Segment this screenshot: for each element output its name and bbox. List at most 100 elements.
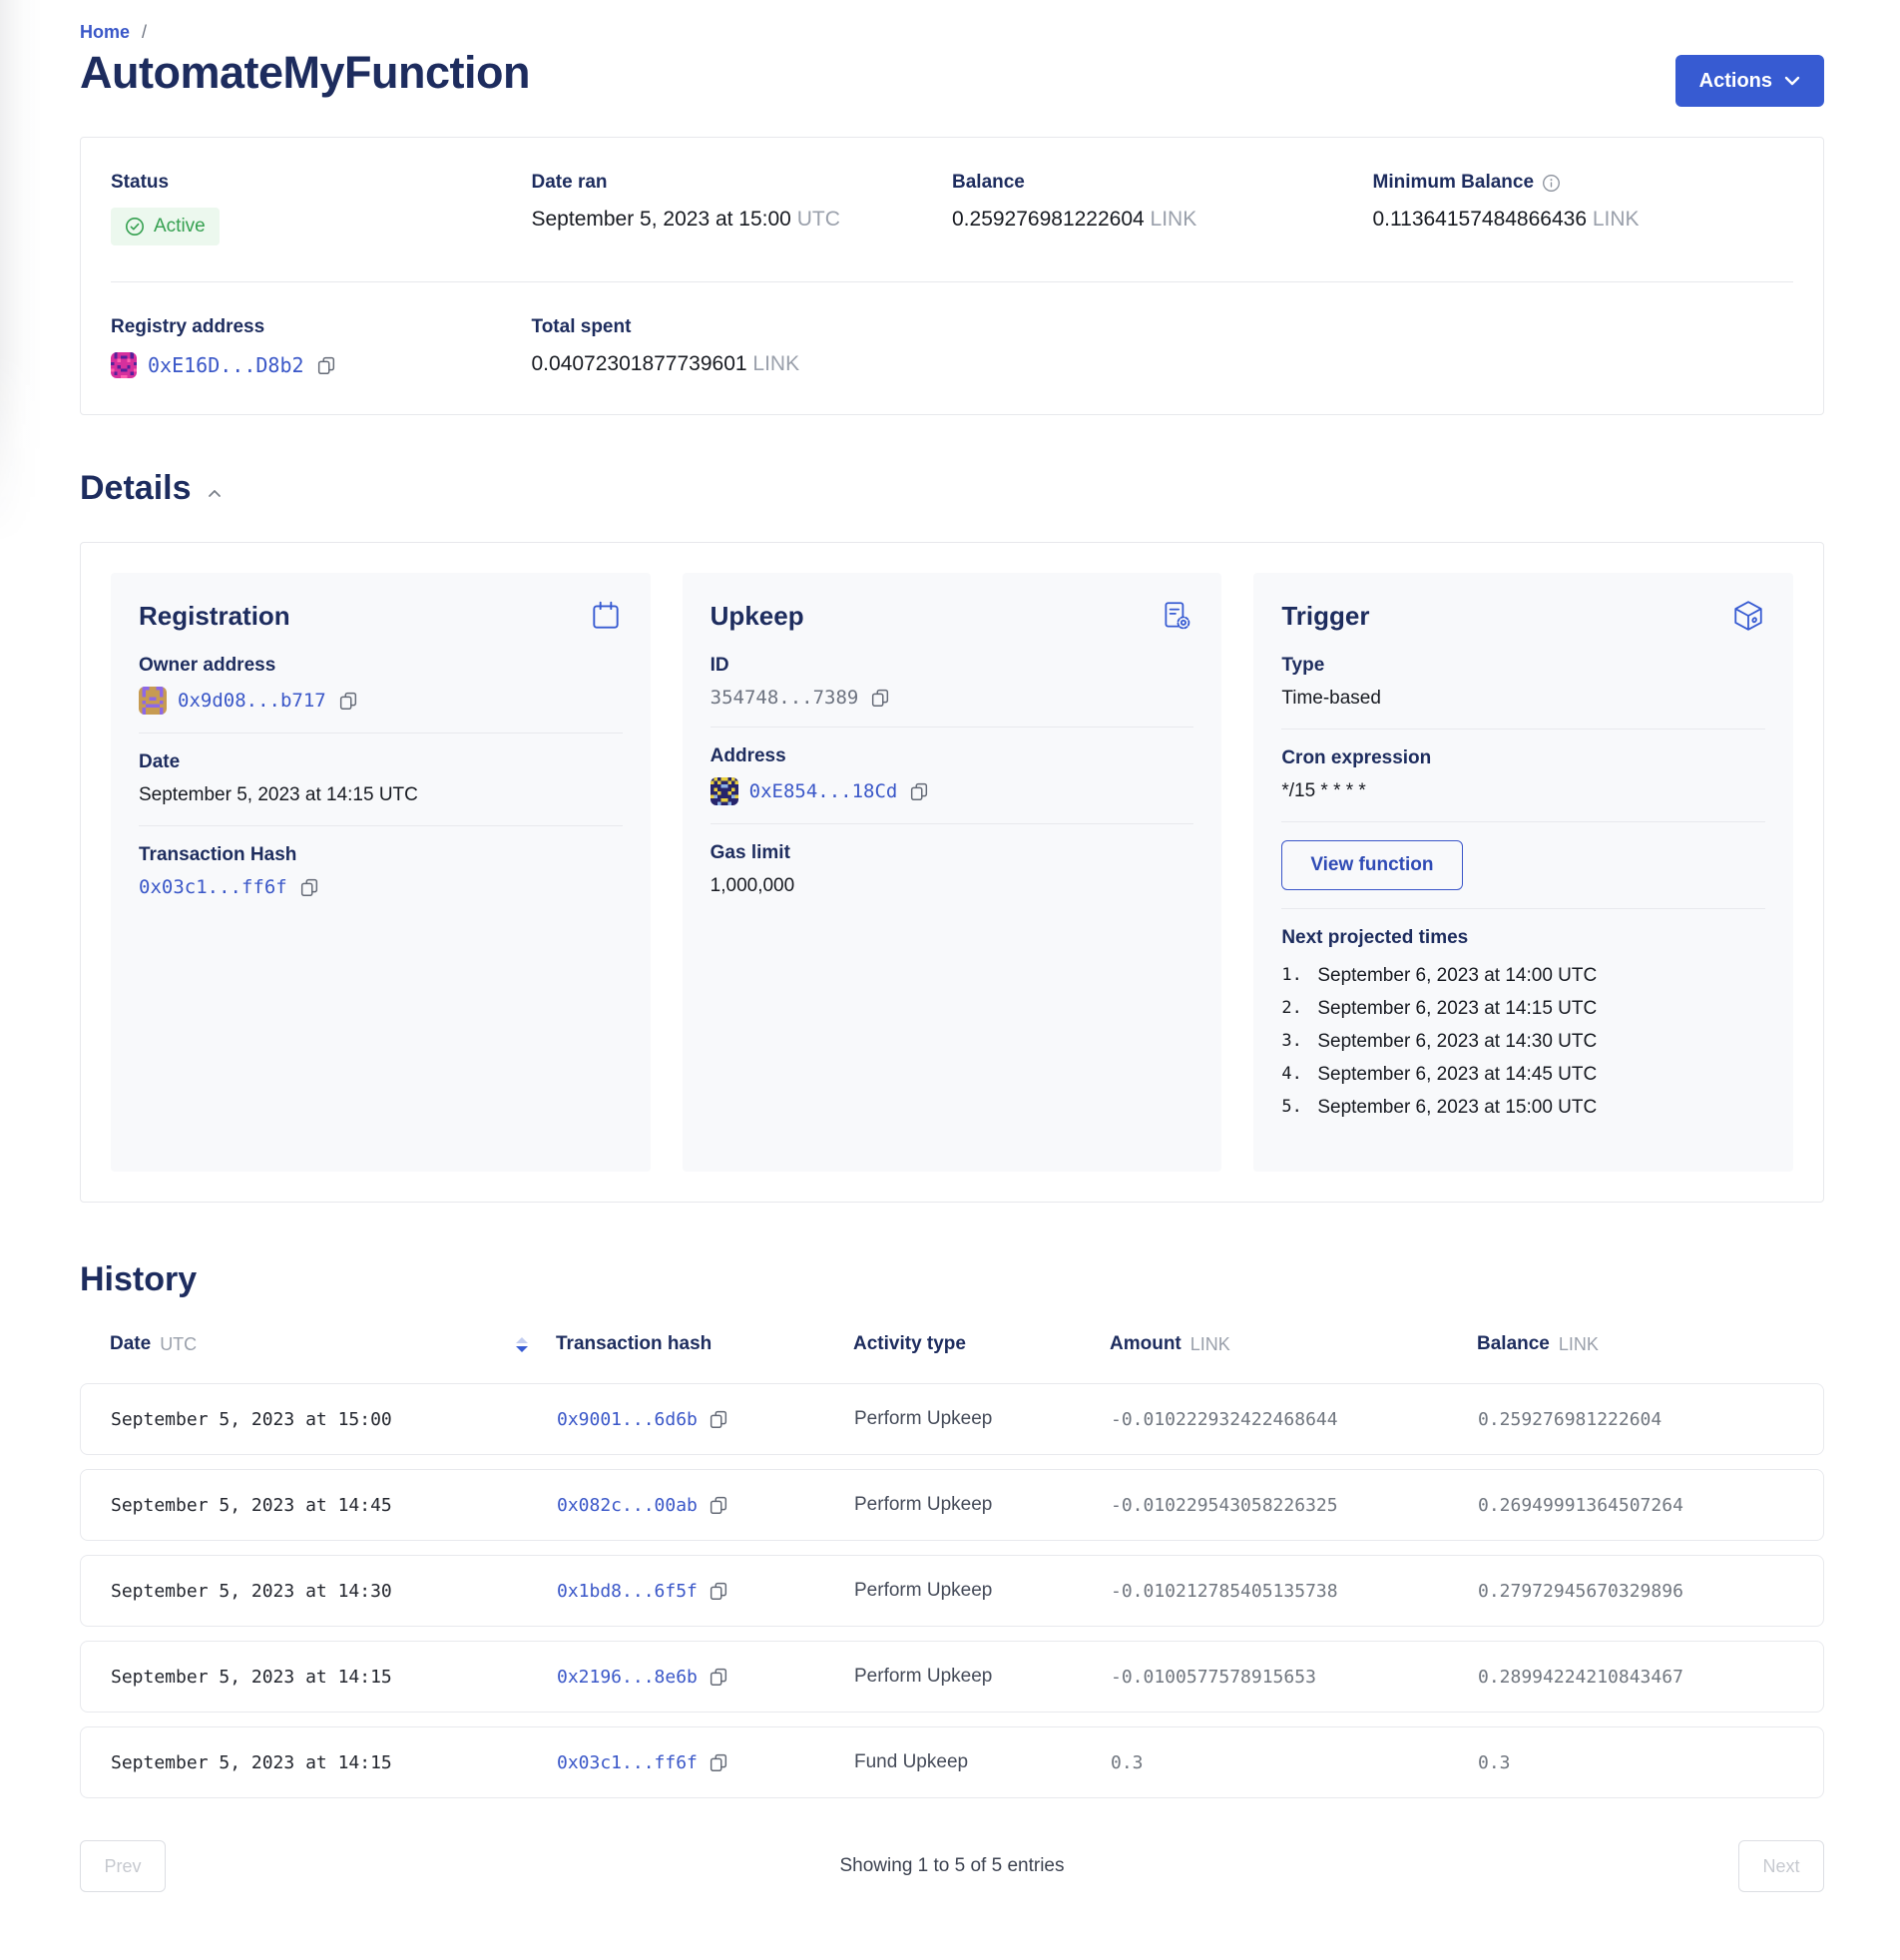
actions-button[interactable]: Actions [1675,55,1824,107]
trigger-type-label: Type [1281,655,1765,677]
owner-identicon [139,687,167,715]
check-circle-icon [125,217,145,237]
balance-column-label: Balance [1477,1333,1550,1355]
activity-column-label: Activity type [853,1333,966,1355]
status-label: Status [111,172,532,194]
row-tx-hash-link[interactable]: 0x1bd8...6f5f [557,1581,698,1602]
time-number: 5. [1281,1091,1317,1124]
gas-limit-label: Gas limit [711,842,1194,864]
balance-column-suffix: LINK [1559,1334,1599,1355]
row-date: September 5, 2023 at 14:30 [111,1581,557,1602]
time-number: 1. [1281,959,1317,992]
prev-page-button[interactable]: Prev [80,1840,166,1892]
history-table-header: Date UTC Transaction hash Activity type … [80,1333,1824,1369]
registration-title: Registration [139,601,290,632]
copy-registration-tx-button[interactable] [298,876,320,898]
registry-identicon [111,352,137,378]
projected-time-item: 4.September 6, 2023 at 14:45 UTC [1281,1058,1765,1091]
sort-icon[interactable] [516,1337,528,1352]
upkeep-address-link[interactable]: 0xE854...18Cd [749,780,898,802]
copy-tx-hash-button[interactable] [708,1408,729,1430]
column-header-balance: Balance LINK [1477,1333,1824,1355]
min-balance-label: Minimum Balance [1373,172,1535,194]
calendar-icon [589,599,623,633]
table-row: September 5, 2023 at 14:15 0x03c1...ff6f… [80,1726,1824,1798]
date-ran-cell: Date ran September 5, 2023 at 15:00 UTC [532,172,953,245]
breadcrumb-home-link[interactable]: Home [80,22,130,42]
document-gear-icon [1160,599,1193,633]
row-amount: -0.0100577578915653 [1111,1667,1478,1688]
row-amount: -0.010229543058226325 [1111,1495,1478,1516]
time-text: September 6, 2023 at 15:00 UTC [1317,1091,1597,1124]
breadcrumb: Home / [80,22,1824,43]
row-date: September 5, 2023 at 14:45 [111,1495,557,1516]
row-balance: 0.28994224210843467 [1478,1667,1823,1688]
transaction-hash-label: Transaction Hash [139,844,623,866]
column-header-transaction-hash: Transaction hash [556,1333,853,1355]
row-amount: -0.010212785405135738 [1111,1581,1478,1602]
pagination-summary: Showing 1 to 5 of 5 entries [840,1855,1065,1877]
row-amount: -0.010222932422468644 [1111,1409,1478,1430]
info-icon[interactable] [1542,174,1561,193]
total-spent-label: Total spent [532,316,953,338]
copy-owner-address-button[interactable] [337,690,359,712]
upkeep-identicon [711,777,738,805]
registration-date-label: Date [139,751,623,773]
registration-card: Registration Owner address 0x9d08...b717… [111,573,651,1172]
date-ran-value: September 5, 2023 at 15:00 [532,208,791,231]
projected-time-item: 3.September 6, 2023 at 14:30 UTC [1281,1025,1765,1058]
row-date: September 5, 2023 at 14:15 [111,1752,557,1773]
time-number: 2. [1281,992,1317,1025]
row-tx-hash-link[interactable]: 0x2196...8e6b [557,1667,698,1688]
actions-button-label: Actions [1699,70,1772,93]
registration-tx-hash-link[interactable]: 0x03c1...ff6f [139,876,287,898]
row-balance: 0.27972945670329896 [1478,1581,1823,1602]
total-spent-value: 0.04072301877739601 [532,352,747,375]
upkeep-id-value: 354748...7389 [711,687,859,709]
history-heading: History [80,1260,1824,1299]
upkeep-title: Upkeep [711,601,804,632]
history-table: Date UTC Transaction hash Activity type … [80,1333,1824,1798]
cron-expression-label: Cron expression [1281,747,1765,769]
row-tx-hash-link[interactable]: 0x082c...00ab [557,1495,698,1516]
row-activity-type: Perform Upkeep [854,1408,1111,1430]
column-header-activity-type: Activity type [853,1333,1110,1355]
row-balance: 0.3 [1478,1752,1823,1773]
owner-address-link[interactable]: 0x9d08...b717 [178,690,326,712]
min-balance-suffix: LINK [1593,208,1640,231]
breadcrumb-separator: / [142,22,147,42]
upkeep-address-label: Address [711,745,1194,767]
balance-value: 0.259276981222604 [952,208,1145,231]
projected-time-item: 1.September 6, 2023 at 14:00 UTC [1281,959,1765,992]
status-value: Active [154,216,206,238]
time-text: September 6, 2023 at 14:15 UTC [1317,992,1597,1025]
copy-upkeep-id-button[interactable] [869,687,891,709]
time-number: 3. [1281,1025,1317,1058]
details-heading: Details [80,469,192,508]
copy-tx-hash-button[interactable] [708,1666,729,1688]
copy-tx-hash-button[interactable] [708,1751,729,1773]
copy-registry-address-button[interactable] [315,354,337,376]
registry-address-link[interactable]: 0xE16D...D8b2 [148,353,304,377]
row-tx-hash-link[interactable]: 0x9001...6d6b [557,1409,698,1430]
trigger-title: Trigger [1281,601,1369,632]
overview-row-1: Status Active Date ran September 5, 2023… [81,138,1823,281]
projected-time-item: 2.September 6, 2023 at 14:15 UTC [1281,992,1765,1025]
view-function-button[interactable]: View function [1281,840,1462,890]
amount-column-suffix: LINK [1190,1334,1230,1355]
copy-upkeep-address-button[interactable] [908,780,930,802]
details-collapse-toggle[interactable] [208,489,222,498]
hash-column-label: Transaction hash [556,1333,712,1355]
copy-tx-hash-button[interactable] [708,1580,729,1602]
table-row: September 5, 2023 at 14:30 0x1bd8...6f5f… [80,1555,1824,1627]
min-balance-cell: Minimum Balance 0.11364157484866436 LINK [1373,172,1794,245]
registration-date-value: September 5, 2023 at 14:15 UTC [139,783,623,807]
table-row: September 5, 2023 at 14:45 0x082c...00ab… [80,1469,1824,1541]
status-badge: Active [111,208,220,245]
date-ran-label: Date ran [532,172,953,194]
copy-tx-hash-button[interactable] [708,1494,729,1516]
row-tx-hash-link[interactable]: 0x03c1...ff6f [557,1752,698,1773]
column-header-date[interactable]: Date UTC [110,1333,556,1355]
next-page-button[interactable]: Next [1738,1840,1824,1892]
row-balance: 0.26949991364507264 [1478,1495,1823,1516]
